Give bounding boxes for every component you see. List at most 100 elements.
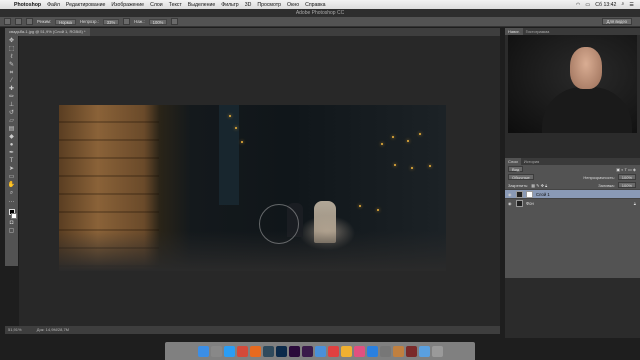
- layer-thumbnail[interactable]: [516, 199, 523, 207]
- layer-opacity-field[interactable]: 100%: [617, 174, 636, 180]
- dock-video-icon[interactable]: [405, 345, 417, 357]
- layer-name[interactable]: Слой 1: [536, 192, 550, 197]
- marquee-tool-icon[interactable]: ⬚: [7, 46, 16, 53]
- quick-select-tool-icon[interactable]: ✎: [7, 62, 16, 69]
- visibility-eye-icon[interactable]: ◉: [508, 201, 513, 206]
- document-tab-bar: свадьба-1.jpg @ 51,9% (Слой 1, RGB/8) *: [5, 28, 500, 36]
- mode-select[interactable]: Норма: [55, 18, 76, 25]
- dock-app-store-icon[interactable]: [366, 345, 378, 357]
- pressure-opacity-icon[interactable]: [123, 18, 131, 25]
- airbrush-icon[interactable]: [171, 18, 179, 25]
- gradient-tool-icon[interactable]: ▤: [7, 126, 16, 133]
- dock-photos-icon[interactable]: [340, 345, 352, 357]
- type-tool-icon[interactable]: T: [7, 158, 16, 165]
- presenter-head: [570, 47, 602, 89]
- eyedropper-tool-icon[interactable]: ⁄: [7, 78, 16, 85]
- zoom-tool-icon[interactable]: ⌕: [7, 190, 16, 197]
- opacity-field[interactable]: 33%: [102, 18, 120, 25]
- battery-icon[interactable]: ▭: [585, 2, 590, 8]
- flow-field[interactable]: 100%: [148, 18, 168, 25]
- dock-firefox-icon[interactable]: [249, 345, 261, 357]
- menu-edit[interactable]: Редактирование: [66, 2, 106, 8]
- dock-contacts-icon[interactable]: [392, 345, 404, 357]
- clock[interactable]: Сб 13:42: [595, 2, 616, 8]
- quick-mask-icon[interactable]: ◘: [7, 220, 16, 227]
- zoom-level[interactable]: 51,91%: [8, 327, 22, 332]
- canvas-area[interactable]: [19, 36, 500, 326]
- dock-pr-icon[interactable]: [288, 345, 300, 357]
- layer-row-background[interactable]: ◉ Фон 🔒︎: [505, 198, 640, 207]
- wifi-icon[interactable]: ◠: [576, 2, 581, 8]
- eraser-tool-icon[interactable]: ▱: [7, 118, 16, 125]
- stamp-tool-icon[interactable]: ⊥: [7, 102, 16, 109]
- history-brush-tool-icon[interactable]: ↺: [7, 110, 16, 117]
- tab-history[interactable]: История: [521, 158, 543, 165]
- visibility-eye-icon[interactable]: ◉: [508, 192, 513, 197]
- crop-tool-icon[interactable]: ⌗: [7, 70, 16, 77]
- healing-tool-icon[interactable]: ✚: [7, 86, 16, 93]
- shape-tool-icon[interactable]: ▭: [7, 174, 16, 181]
- tab-navigator[interactable]: Навиг.: [505, 28, 523, 35]
- move-tool-icon[interactable]: ✥: [7, 38, 16, 45]
- layer-thumbnail[interactable]: [516, 190, 523, 198]
- dock-settings-icon[interactable]: [379, 345, 391, 357]
- blend-mode-select[interactable]: Обычные: [508, 174, 534, 180]
- menu-window[interactable]: Окно: [287, 2, 299, 8]
- brush-panel-icon[interactable]: [26, 18, 33, 25]
- menu-file[interactable]: Файл: [47, 2, 60, 8]
- app-menu[interactable]: Photoshop: [14, 2, 41, 8]
- menu-view[interactable]: Просмотр: [257, 2, 281, 8]
- dock-finder-icon[interactable]: [197, 345, 209, 357]
- menu-image[interactable]: Изображение: [111, 2, 144, 8]
- filter-icons[interactable]: ▣ ◐ T ▭ ◈: [616, 167, 636, 172]
- pen-tool-icon[interactable]: ✒: [7, 150, 16, 157]
- status-bar: 51,91% Док: 14,9M/28,7M: [5, 326, 500, 334]
- layer-name[interactable]: Фон: [526, 201, 534, 206]
- blur-tool-icon[interactable]: ◆: [7, 134, 16, 141]
- opacity-label: Непрозр.:: [79, 19, 99, 24]
- brush-preset-icon[interactable]: [15, 18, 22, 25]
- dock-launchpad-icon[interactable]: [210, 345, 222, 357]
- fill-label: Заливка:: [598, 182, 615, 188]
- notifications-icon[interactable]: ☰: [629, 2, 634, 8]
- floor-shadow: [59, 231, 446, 271]
- dodge-tool-icon[interactable]: ●: [7, 142, 16, 149]
- tab-layers[interactable]: Слои: [505, 158, 521, 165]
- menu-help[interactable]: Справка: [305, 2, 325, 8]
- layer-mask-thumbnail[interactable]: [526, 190, 533, 198]
- more-tools-icon[interactable]: …: [7, 198, 16, 205]
- dock-ps-icon[interactable]: [275, 345, 287, 357]
- menu-extras: ◠ ▭ Сб 13:42 ⌕ ☰: [576, 1, 640, 8]
- dock-lr-icon[interactable]: [262, 345, 274, 357]
- dock-chrome-icon[interactable]: [236, 345, 248, 357]
- background-color-swatch[interactable]: [10, 213, 17, 219]
- dock-music-icon[interactable]: [353, 345, 365, 357]
- hand-tool-icon[interactable]: ✋: [7, 182, 16, 189]
- lasso-tool-icon[interactable]: ℓ: [7, 54, 16, 61]
- doc-size: Док: 14,9M/28,7M: [36, 327, 69, 332]
- dock-calendar-icon[interactable]: [327, 345, 339, 357]
- menu-filter[interactable]: Фильтр: [221, 2, 238, 8]
- menu-layer[interactable]: Слои: [150, 2, 163, 8]
- document-tab[interactable]: свадьба-1.jpg @ 51,9% (Слой 1, RGB/8) *: [5, 28, 90, 36]
- menu-type[interactable]: Текст: [169, 2, 182, 8]
- tab-histogram[interactable]: Гистограмма: [523, 28, 553, 35]
- search-icon[interactable]: ⌕: [621, 1, 624, 8]
- home-icon[interactable]: [4, 18, 11, 25]
- dock-folder-icon[interactable]: [418, 345, 430, 357]
- layer-row-layer-1[interactable]: ◉ Слой 1: [505, 189, 640, 198]
- dock-premiere-icon[interactable]: [301, 345, 313, 357]
- menu-select[interactable]: Выделение: [188, 2, 216, 8]
- document-image[interactable]: [59, 105, 446, 271]
- lock-icons[interactable]: ▦ ✎ ✥ 🔒︎: [531, 183, 547, 188]
- dock-trash-icon[interactable]: [431, 345, 443, 357]
- dock-safari-icon[interactable]: [223, 345, 235, 357]
- workspace-select[interactable]: Для видео: [601, 18, 632, 25]
- fill-field[interactable]: 100%: [617, 182, 636, 188]
- screen-mode-icon[interactable]: ▢: [7, 228, 16, 235]
- brush-tool-icon[interactable]: ✏: [7, 94, 16, 101]
- kind-filter-select[interactable]: Вид: [508, 166, 524, 172]
- menu-3d[interactable]: 3D: [245, 2, 252, 8]
- dock-mail-icon[interactable]: [314, 345, 326, 357]
- path-select-tool-icon[interactable]: ➤: [7, 166, 16, 173]
